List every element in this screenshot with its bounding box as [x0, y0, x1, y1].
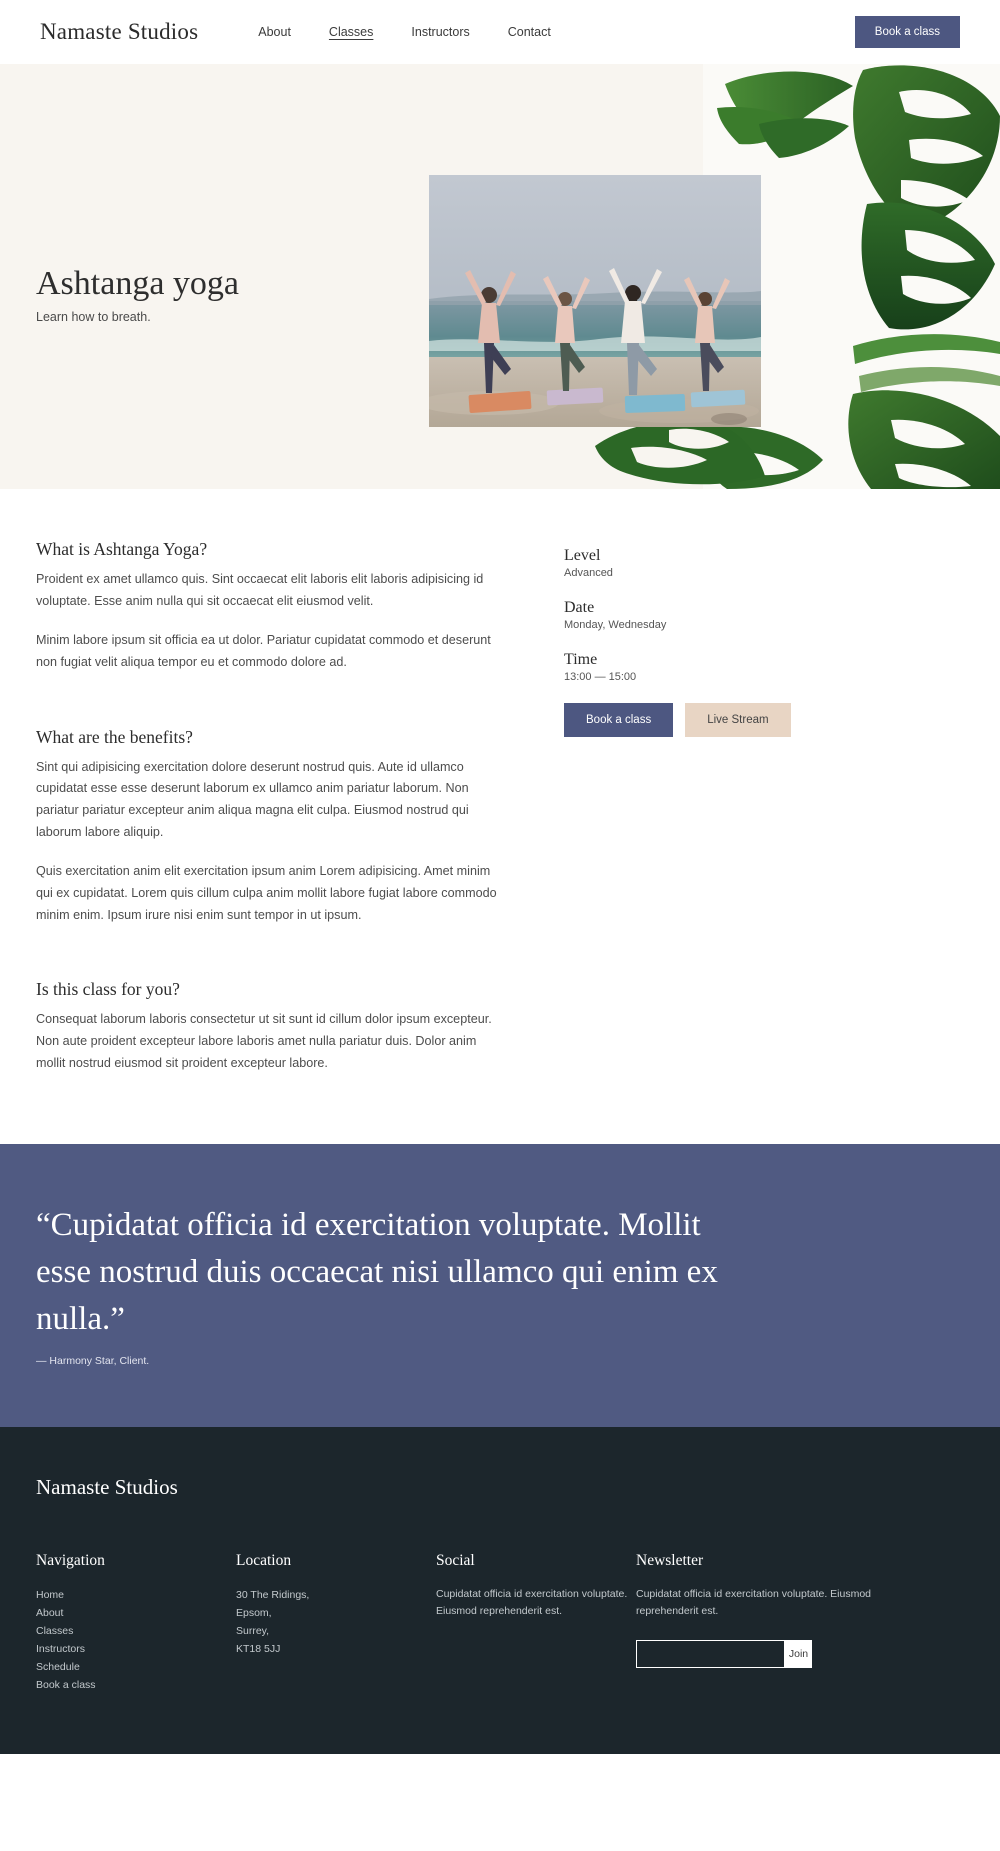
- live-stream-button[interactable]: Live Stream: [685, 703, 791, 737]
- beach-yoga-photo-icon: [429, 175, 761, 427]
- footer-columns: Navigation Home About Classes Instructor…: [36, 1552, 964, 1694]
- hero-copy: Ashtanga yoga Learn how to breath.: [36, 264, 239, 324]
- footer-heading-navigation: Navigation: [36, 1551, 105, 1569]
- hero-subtitle: Learn how to breath.: [36, 310, 151, 325]
- footer-heading-social: Social: [436, 1551, 475, 1569]
- footer-column-newsletter: Newsletter Cupidatat officia id exercita…: [636, 1552, 926, 1694]
- nav-item-instructors[interactable]: Instructors: [411, 25, 469, 39]
- site-footer: Namaste Studios Navigation Home About Cl…: [0, 1426, 1000, 1755]
- class-details-sidebar: Level Advanced Date Monday, Wednesday Ti…: [564, 539, 864, 1074]
- newsletter-email-input[interactable]: [636, 1639, 785, 1668]
- brand-logo[interactable]: Namaste Studios: [40, 19, 198, 45]
- detail-value-date: Monday, Wednesday: [564, 619, 667, 631]
- section-heading-is-this-for-you: Is this class for you?: [36, 979, 180, 1000]
- book-a-class-button[interactable]: Book a class: [564, 703, 674, 737]
- detail-value-level: Advanced: [564, 567, 613, 579]
- footer-heading-newsletter: Newsletter: [636, 1551, 704, 1569]
- paragraph: Quis exercitation anim elit exercitation…: [36, 864, 497, 922]
- footer-heading-location: Location: [236, 1551, 292, 1569]
- paragraph: Sint qui adipisicing exercitation dolore…: [36, 759, 469, 839]
- footer-link-schedule[interactable]: Schedule: [36, 1658, 236, 1676]
- footer-newsletter-text: Cupidatat officia id exercitation volupt…: [636, 1587, 872, 1617]
- class-action-buttons: Book a class Live Stream: [564, 703, 864, 737]
- nav-item-contact[interactable]: Contact: [508, 25, 551, 39]
- address-line: KT18 5JJ: [236, 1642, 281, 1655]
- nav-item-about[interactable]: About: [258, 25, 291, 39]
- primary-navigation: About Classes Instructors Contact: [258, 25, 551, 39]
- testimonial-attribution: — Harmony Star, Client.: [36, 1354, 150, 1367]
- paragraph: Consequat laborum laboris consectetur ut…: [36, 1012, 492, 1070]
- address-line: 30 The Ridings,: [236, 1588, 310, 1601]
- footer-link-instructors[interactable]: Instructors: [36, 1640, 236, 1658]
- page-root: Namaste Studios About Classes Instructor…: [0, 0, 1000, 1755]
- testimonial-quote: “Cupidatat officia id exercitation volup…: [36, 1207, 718, 1337]
- newsletter-form: Join: [636, 1639, 812, 1668]
- footer-column-navigation: Navigation Home About Classes Instructor…: [36, 1552, 236, 1694]
- footer-link-classes[interactable]: Classes: [36, 1622, 236, 1640]
- footer-column-social: Social Cupidatat officia id exercitation…: [436, 1552, 636, 1694]
- testimonial-section: “Cupidatat officia id exercitation volup…: [0, 1144, 1000, 1427]
- section-heading-what-is: What is Ashtanga Yoga?: [36, 539, 208, 559]
- footer-brand: Namaste Studios: [36, 1474, 178, 1499]
- detail-label-date: Date: [564, 599, 595, 616]
- nav-item-classes[interactable]: Classes: [329, 25, 373, 39]
- page-title: Ashtanga yoga: [36, 265, 240, 302]
- description-column: What is Ashtanga Yoga? Proident ex amet …: [36, 539, 506, 1074]
- paragraph: Minim labore ipsum sit officia ea ut dol…: [36, 633, 491, 669]
- hero-section: Ashtanga yoga Learn how to breath.: [0, 64, 1000, 489]
- footer-column-location: Location 30 The Ridings, Epsom, Surrey, …: [236, 1552, 436, 1694]
- paragraph: Proident ex amet ullamco quis. Sint occa…: [36, 572, 484, 608]
- footer-link-about[interactable]: About: [36, 1604, 236, 1622]
- detail-value-time: 13:00 — 15:00: [564, 671, 637, 683]
- hero-photo: [429, 175, 761, 427]
- address-line: Epsom,: [236, 1606, 272, 1619]
- footer-social-text: Cupidatat officia id exercitation volupt…: [436, 1587, 628, 1617]
- footer-link-home[interactable]: Home: [36, 1586, 236, 1604]
- section-heading-benefits: What are the benefits?: [36, 726, 193, 747]
- class-description-section: What is Ashtanga Yoga? Proident ex amet …: [0, 489, 1000, 1145]
- newsletter-join-button[interactable]: Join: [785, 1639, 812, 1668]
- address-line: Surrey,: [236, 1624, 270, 1637]
- header-book-a-class-button[interactable]: Book a class: [854, 16, 960, 48]
- site-header: Namaste Studios About Classes Instructor…: [0, 0, 1000, 64]
- detail-label-time: Time: [564, 651, 598, 668]
- detail-label-level: Level: [564, 547, 601, 564]
- footer-link-book-a-class[interactable]: Book a class: [36, 1676, 236, 1694]
